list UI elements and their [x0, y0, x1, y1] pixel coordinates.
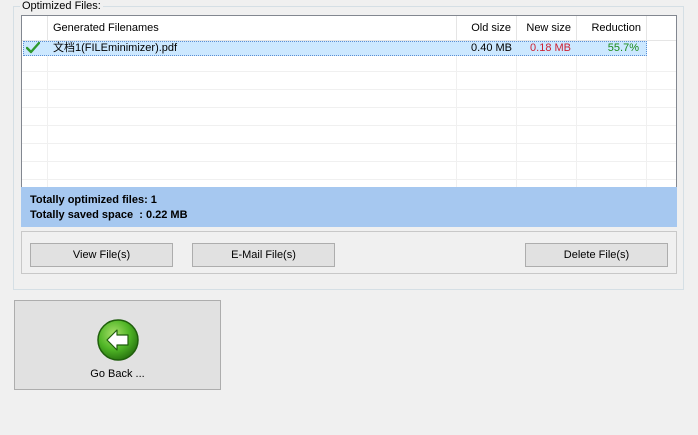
grid-line: [22, 107, 676, 108]
back-arrow-icon: [97, 319, 139, 361]
grid-line: [22, 89, 676, 90]
row-old-size: 0.40 MB: [471, 42, 512, 54]
grid-line: [516, 40, 517, 187]
grid-line: [576, 40, 577, 187]
group-title: Optimized Files:: [20, 0, 103, 12]
row-reduction: 55.7%: [607, 42, 639, 54]
grid-line: [456, 40, 457, 187]
header-new-size[interactable]: New size: [517, 16, 577, 40]
grid-line: [22, 71, 676, 72]
grid-line: [22, 161, 676, 162]
row-filename: 文档1(FILEminimizer).pdf: [53, 42, 178, 54]
header-filenames[interactable]: Generated Filenames: [48, 16, 457, 40]
header-reduction[interactable]: Reduction: [577, 16, 647, 40]
grid-line: [47, 40, 48, 187]
list-header: Generated Filenames Old size New size Re…: [22, 16, 676, 41]
grid-line: [646, 40, 647, 187]
go-back-button[interactable]: Go Back ...: [14, 300, 221, 390]
view-files-button[interactable]: View File(s): [30, 243, 173, 267]
summary-panel: Totally optimized files: 1 Totally saved…: [21, 187, 677, 227]
go-back-label: Go Back ...: [90, 368, 145, 380]
total-files-text: Totally optimized files: 1: [30, 194, 157, 206]
optimized-files-list[interactable]: Generated Filenames Old size New size Re…: [21, 15, 677, 188]
grid-line: [22, 125, 676, 126]
row-new-size: 0.18 MB: [530, 42, 571, 54]
header-icon-column[interactable]: [22, 16, 48, 40]
saved-space-text: Totally saved space : 0.22 MB: [30, 209, 188, 221]
grid-line: [22, 179, 676, 180]
delete-files-button[interactable]: Delete File(s): [525, 243, 668, 267]
email-files-button[interactable]: E-Mail File(s): [192, 243, 335, 267]
grid-line: [22, 143, 676, 144]
check-icon: [25, 41, 42, 56]
header-old-size[interactable]: Old size: [457, 16, 517, 40]
